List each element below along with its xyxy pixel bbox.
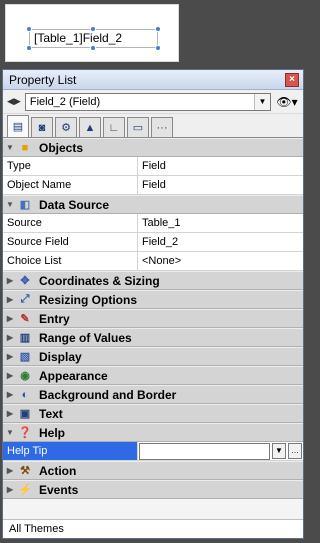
- help-tip-input[interactable]: [139, 442, 270, 460]
- tab-shapes-icon[interactable]: ▲: [79, 117, 101, 137]
- nav-arrows-icon[interactable]: ◀▶: [7, 96, 21, 107]
- chevron-down-icon[interactable]: ▼: [254, 93, 270, 110]
- section-appearance[interactable]: ▶ ◉ Appearance: [3, 366, 303, 385]
- form-canvas: [Table_1]Field_2: [5, 4, 179, 62]
- tab-list-icon[interactable]: ▤: [7, 115, 29, 137]
- ellipsis-button[interactable]: …: [288, 443, 302, 459]
- object-selector-row: ◀▶ Field_2 (Field) ▼ 👁▾: [3, 90, 303, 114]
- tab-gear-icon[interactable]: ⚙: [55, 117, 77, 137]
- property-row[interactable]: Source Table_1: [3, 214, 303, 233]
- property-list-panel: Property List × ◀▶ Field_2 (Field) ▼ 👁▾ …: [2, 69, 304, 539]
- tab-chart-icon[interactable]: ∟: [103, 117, 125, 137]
- expand-icon[interactable]: ▶: [3, 314, 17, 323]
- property-tabs: ▤ ◙ ⚙ ▲ ∟ ▭ ···: [3, 114, 303, 138]
- section-events[interactable]: ▶ ⚡ Events: [3, 480, 303, 499]
- display-icon: ▧: [19, 351, 31, 363]
- events-icon: ⚡: [18, 484, 32, 496]
- section-help[interactable]: ▼ ❓ Help: [3, 423, 303, 442]
- property-row[interactable]: Choice List <None>: [3, 252, 303, 271]
- resize-icon: ⤢: [20, 293, 30, 305]
- section-display[interactable]: ▶ ▧ Display: [3, 347, 303, 366]
- theme-filter[interactable]: All Themes: [3, 519, 303, 538]
- section-objects[interactable]: ▼ ■ Objects: [3, 138, 303, 157]
- collapse-icon[interactable]: ▼: [3, 200, 17, 209]
- action-icon: ⚒: [20, 465, 30, 477]
- book-icon: ▥: [19, 332, 31, 344]
- collapse-icon[interactable]: ▼: [3, 428, 17, 437]
- property-row[interactable]: Object Name Field: [3, 176, 303, 195]
- eye-icon: ◉: [20, 370, 30, 382]
- expand-icon[interactable]: ▶: [3, 371, 17, 380]
- panel-title: Property List: [9, 72, 77, 87]
- expand-icon[interactable]: ▶: [3, 333, 17, 342]
- resize-handle[interactable]: [26, 26, 32, 32]
- chevron-down-icon[interactable]: ▼: [272, 443, 286, 459]
- property-row-selected[interactable]: Help Tip ▼ …: [3, 442, 303, 461]
- section-data-source[interactable]: ▼ ◧ Data Source: [3, 195, 303, 214]
- expand-icon[interactable]: ▶: [3, 466, 17, 475]
- object-select[interactable]: Field_2 (Field) ▼: [24, 92, 271, 111]
- panel-titlebar: Property List ×: [3, 70, 303, 90]
- resize-handle[interactable]: [26, 45, 32, 51]
- section-action[interactable]: ▶ ⚒ Action: [3, 461, 303, 480]
- move-icon: ✥: [20, 275, 30, 287]
- section-range-of-values[interactable]: ▶ ▥ Range of Values: [3, 328, 303, 347]
- section-entry[interactable]: ▶ ✎ Entry: [3, 309, 303, 328]
- cube-icon: ■: [21, 141, 29, 154]
- data-source-icon: ◧: [19, 199, 31, 211]
- property-row[interactable]: Source Field Field_2: [3, 233, 303, 252]
- tab-monitor-icon[interactable]: ▭: [127, 117, 149, 137]
- section-background-border[interactable]: ▶ ◐ Background and Border: [3, 385, 303, 404]
- expand-icon[interactable]: ▶: [3, 409, 17, 418]
- entry-icon: ✎: [20, 313, 30, 325]
- section-coordinates-sizing[interactable]: ▶ ✥ Coordinates & Sizing: [3, 271, 303, 290]
- text-icon: ▣: [19, 408, 31, 420]
- property-grid: ▼ ■ Objects Type Field Object Name Field…: [3, 138, 303, 499]
- expand-icon[interactable]: ▶: [3, 295, 17, 304]
- collapse-icon[interactable]: ▼: [3, 143, 17, 152]
- expand-icon[interactable]: ▶: [3, 276, 17, 285]
- tab-object-icon[interactable]: ◙: [31, 117, 53, 137]
- section-text[interactable]: ▶ ▣ Text: [3, 404, 303, 423]
- help-icon: ❓: [18, 427, 32, 439]
- property-row[interactable]: Type Field: [3, 157, 303, 176]
- resize-handle[interactable]: [155, 45, 161, 51]
- resize-handle[interactable]: [90, 45, 96, 51]
- section-resizing-options[interactable]: ▶ ⤢ Resizing Options: [3, 290, 303, 309]
- view-options-icon[interactable]: 👁▾: [275, 95, 299, 109]
- help-tip-editor[interactable]: ▼ …: [138, 442, 303, 460]
- tab-more-icon[interactable]: ···: [151, 117, 173, 137]
- paint-icon: ◐: [21, 388, 29, 401]
- expand-icon[interactable]: ▶: [3, 485, 17, 494]
- close-icon[interactable]: ×: [285, 72, 299, 87]
- resize-handle[interactable]: [90, 26, 96, 32]
- resize-handle[interactable]: [155, 26, 161, 32]
- expand-icon[interactable]: ▶: [3, 390, 17, 399]
- expand-icon[interactable]: ▶: [3, 352, 17, 361]
